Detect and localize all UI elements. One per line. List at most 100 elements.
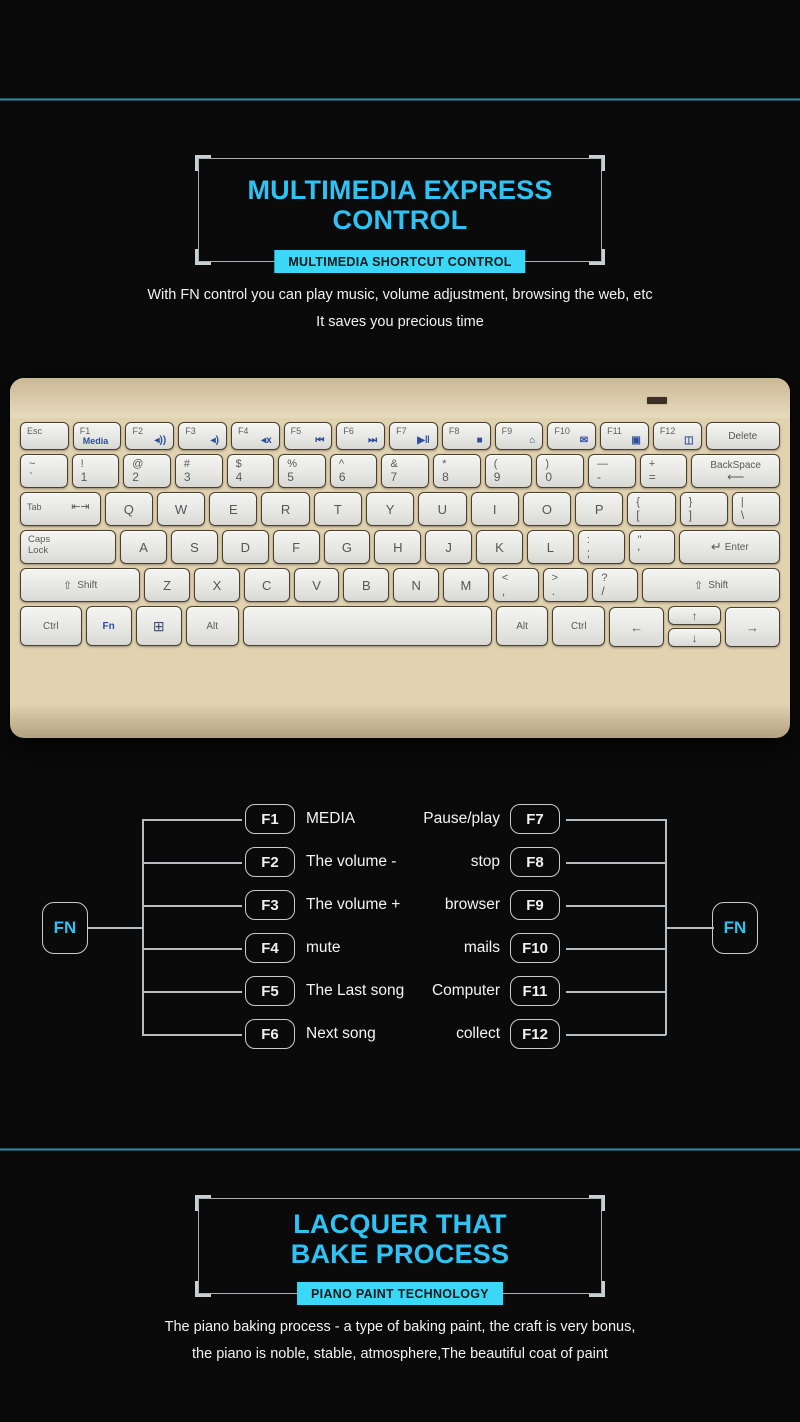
- key-5[interactable]: % 5: [278, 454, 326, 488]
- key-shift-left[interactable]: ⇧ Shift: [20, 568, 141, 602]
- key-c[interactable]: C: [243, 568, 290, 602]
- key-u[interactable]: U: [418, 492, 467, 526]
- key-bracket-left[interactable]: {[: [627, 492, 676, 526]
- key-8[interactable]: * 8: [433, 454, 481, 488]
- key-f2[interactable]: F2 ◂)): [125, 422, 175, 450]
- key-7[interactable]: & 7: [381, 454, 430, 488]
- diagram-label-f1: MEDIA: [306, 810, 356, 827]
- key-j[interactable]: J: [425, 530, 473, 564]
- key-fn[interactable]: Fn: [85, 606, 132, 646]
- key-period[interactable]: >.: [542, 568, 589, 602]
- key-ctrl-right[interactable]: Ctrl: [552, 606, 606, 646]
- key-i[interactable]: I: [470, 492, 519, 526]
- key-arrow-right[interactable]: →: [725, 607, 781, 647]
- key-z[interactable]: Z: [144, 568, 191, 602]
- key-equals[interactable]: + =: [639, 454, 688, 488]
- key-space[interactable]: [242, 606, 492, 646]
- arrow-updown-stack: ↑ ↓: [668, 606, 722, 647]
- key-v[interactable]: V: [293, 568, 340, 602]
- fn-mapping-diagram: FN FN F1 F2 F3 F4 F5 F6 MEDIA The volume…: [0, 780, 800, 1080]
- key-h[interactable]: H: [374, 530, 422, 564]
- key-f5[interactable]: F5 ⏮: [283, 422, 333, 450]
- key-delete[interactable]: Delete: [705, 422, 780, 450]
- key-windows[interactable]: ⊞: [135, 606, 182, 646]
- arrow-left-icon: ←: [630, 619, 644, 635]
- key-comma[interactable]: <,: [492, 568, 539, 602]
- key-e[interactable]: E: [209, 492, 258, 526]
- key-2[interactable]: @2: [123, 454, 171, 488]
- key-f6[interactable]: F6 ⏭: [336, 422, 386, 450]
- key-backslash[interactable]: | \: [731, 492, 781, 526]
- key-f4[interactable]: F4 ◂x: [230, 422, 280, 450]
- key-f[interactable]: F: [272, 530, 320, 564]
- key-l[interactable]: L: [526, 530, 574, 564]
- key-f7[interactable]: F7 ▶‖: [389, 422, 438, 450]
- backspace-arrow-icon: ⟵: [727, 469, 745, 484]
- previous-track-icon: ⏮: [315, 435, 325, 446]
- lacquer-frame-corner-top-right: [589, 1195, 605, 1211]
- key-alt-right[interactable]: Alt: [495, 606, 549, 646]
- fn-right-stem: [666, 927, 714, 929]
- key-f11[interactable]: F11 ▣: [600, 422, 649, 450]
- key-f3[interactable]: F3 ◂): [178, 422, 227, 450]
- key-b[interactable]: B: [343, 568, 390, 602]
- key-m[interactable]: M: [443, 568, 489, 602]
- frame-corner-top-left: [195, 155, 211, 171]
- key-3[interactable]: #3: [174, 454, 223, 488]
- key-1[interactable]: ! 1: [71, 454, 120, 488]
- key-esc[interactable]: Esc: [20, 422, 69, 450]
- key-ctrl-left[interactable]: Ctrl: [20, 606, 82, 646]
- key-n[interactable]: N: [393, 568, 440, 602]
- key-arrow-left[interactable]: ←: [609, 607, 665, 647]
- key-d[interactable]: D: [221, 530, 269, 564]
- keyboard-image: Esc F1 Media F2 ◂)) F3 ◂) F4 ◂x F5 ⏮ F6 ⏭ F7 ▶‖…: [10, 378, 790, 738]
- branch-f3: [142, 905, 242, 907]
- diagram-label-f6: Next song: [306, 1025, 376, 1042]
- key-p[interactable]: P: [575, 492, 624, 526]
- key-q[interactable]: Q: [104, 492, 153, 526]
- key-w[interactable]: W: [156, 492, 206, 526]
- lacquer-badge: PIANO PAINT TECHNOLOGY: [297, 1282, 503, 1306]
- key-f1[interactable]: F1 Media: [72, 422, 122, 450]
- key-t[interactable]: T: [313, 492, 362, 526]
- key-quote[interactable]: " ': [628, 530, 676, 564]
- key-backspace[interactable]: BackSpace ⟵: [691, 454, 781, 488]
- arrow-down-icon: ↓: [691, 630, 698, 645]
- key-k[interactable]: K: [476, 530, 523, 564]
- key-y[interactable]: Y: [365, 492, 415, 526]
- key-o[interactable]: O: [522, 492, 572, 526]
- branch-f7: [566, 819, 666, 821]
- keyboard-row-qwerty: Tab ⇤⇥ Q W E R T Y U I O P {[ }] | \: [16, 492, 784, 526]
- key-arrow-up[interactable]: ↑: [668, 606, 722, 625]
- diagram-key-f7: F7: [510, 804, 560, 834]
- key-minus[interactable]: — -: [588, 454, 636, 488]
- key-4[interactable]: $4: [226, 454, 275, 488]
- key-f9[interactable]: F9 ⌂: [494, 422, 544, 450]
- key-enter[interactable]: ↵ Enter: [679, 530, 781, 564]
- diagram-key-f2: F2: [245, 847, 295, 877]
- key-slash[interactable]: ? /: [592, 568, 639, 602]
- key-bracket-right[interactable]: }]: [679, 492, 728, 526]
- key-f8[interactable]: F8 ■: [441, 422, 491, 450]
- key-6[interactable]: ^ 6: [329, 454, 378, 488]
- keyboard-row-home: Caps Lock A S D F G H J K L :; " ' ↵ Ente…: [16, 530, 784, 564]
- key-shift-right[interactable]: ⇧ Shift: [642, 568, 780, 602]
- fn-hub-left: FN: [42, 902, 88, 954]
- key-backtick[interactable]: ~ `: [20, 454, 68, 488]
- key-9[interactable]: (9: [484, 454, 533, 488]
- arrow-right-icon: →: [746, 619, 760, 635]
- key-f10[interactable]: F10 ✉: [547, 422, 597, 450]
- key-0[interactable]: ) 0: [536, 454, 585, 488]
- branch-f6: [142, 1034, 242, 1036]
- key-semicolon[interactable]: :;: [577, 530, 625, 564]
- key-caps-lock[interactable]: Caps Lock: [20, 530, 117, 564]
- key-r[interactable]: R: [261, 492, 310, 526]
- key-x[interactable]: X: [194, 568, 240, 602]
- key-a[interactable]: A: [120, 530, 167, 564]
- key-f12[interactable]: F12 ◫: [652, 422, 702, 450]
- key-tab[interactable]: Tab ⇤⇥: [20, 492, 101, 526]
- key-arrow-down[interactable]: ↓: [668, 628, 722, 647]
- key-g[interactable]: G: [323, 530, 371, 564]
- key-alt-left[interactable]: Alt: [185, 606, 239, 646]
- key-s[interactable]: S: [171, 530, 218, 564]
